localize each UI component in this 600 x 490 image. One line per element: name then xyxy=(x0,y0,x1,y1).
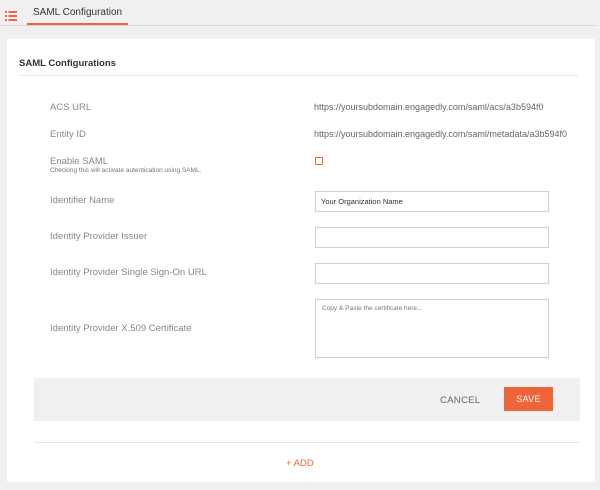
top-bar: SAML Configuration xyxy=(0,0,600,28)
idp-issuer-label: Identity Provider Issuer xyxy=(50,231,148,242)
entity-id-label: Entity ID xyxy=(50,129,86,140)
idp-certificate-textarea[interactable] xyxy=(315,299,549,358)
enable-saml-checkbox[interactable] xyxy=(315,157,323,165)
identifier-name-label: Identifier Name xyxy=(50,195,115,206)
idp-issuer-input[interactable] xyxy=(315,227,549,248)
idp-sso-url-label: Identity Provider Single Sign-On URL xyxy=(50,267,207,278)
idp-sso-url-input[interactable] xyxy=(315,263,549,284)
identifier-name-input[interactable] xyxy=(315,191,549,212)
enable-saml-label: Enable SAML xyxy=(50,156,109,167)
card-title: SAML Configurations xyxy=(19,58,116,69)
acs-url-value: https://yoursubdomain.engagedly.com/saml… xyxy=(314,102,544,112)
saml-config-card: SAML Configurations ACS URL https://your… xyxy=(7,39,595,482)
idp-certificate-label: Identity Provider X.509 Certificate xyxy=(50,323,192,334)
add-configuration-link[interactable]: + ADD xyxy=(286,458,314,469)
form-actions-bar: CANCEL SAVE xyxy=(34,378,580,421)
cancel-button[interactable]: CANCEL xyxy=(440,390,480,410)
title-divider xyxy=(19,75,578,76)
footer-divider xyxy=(34,442,580,443)
tab-saml-configuration[interactable]: SAML Configuration xyxy=(27,0,129,25)
save-button[interactable]: SAVE xyxy=(504,387,553,411)
tab-divider xyxy=(0,25,597,26)
acs-url-label: ACS URL xyxy=(50,102,92,113)
enable-saml-hint: Checking this will activate autenticatio… xyxy=(50,167,202,174)
list-icon[interactable] xyxy=(5,11,17,21)
entity-id-value: https://yoursubdomain.engagedly.com/saml… xyxy=(314,129,567,139)
